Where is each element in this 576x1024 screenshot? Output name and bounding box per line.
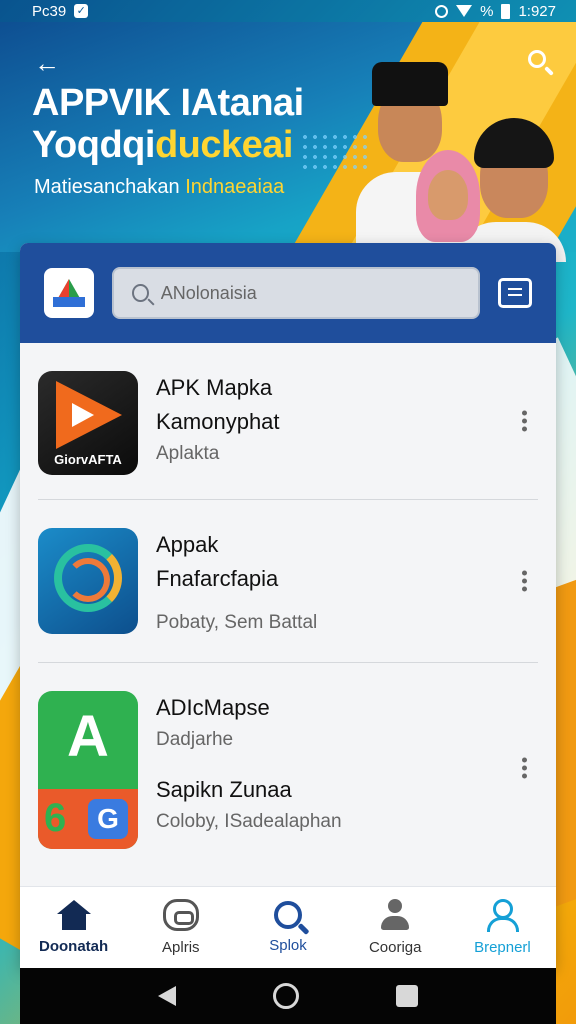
card-header xyxy=(20,243,556,343)
more-options-icon[interactable] xyxy=(522,755,528,782)
hero-people-image xyxy=(346,42,566,262)
app-subtitle: Aplakta xyxy=(156,443,220,464)
icon-six: 6 xyxy=(44,796,67,840)
hero-subtitle-a: Matiesanchakan xyxy=(34,176,180,198)
hero-banner: ← APPVIK IAtanai Yoqdqiduckeai Matiesanc… xyxy=(0,22,576,262)
hero-title-line2a: Yoqdqi xyxy=(32,124,155,166)
nav-label-home: Doonatah xyxy=(39,938,109,955)
home-icon xyxy=(56,900,91,930)
hero-subtitle-b: Indnaeaiaa xyxy=(185,176,285,198)
app-title-line2: Dadjarhe xyxy=(156,729,234,750)
app-title: ADIcMapse xyxy=(156,695,270,720)
hero-title-line2b: duckeai xyxy=(154,124,294,166)
nav-label-search: Splok xyxy=(269,937,307,954)
app-title: Appak xyxy=(156,532,219,557)
system-navigation-bar xyxy=(20,968,556,1024)
alarm-icon xyxy=(435,4,449,18)
message-icon[interactable] xyxy=(498,278,532,308)
status-bar: Pc39 ✓ % 1:927 xyxy=(0,0,576,22)
person-icon xyxy=(380,899,410,931)
maps-app-icon: A 6 G xyxy=(38,691,138,849)
more-options-icon[interactable] xyxy=(522,568,528,595)
check-badge-icon: ✓ xyxy=(74,4,89,18)
profile-icon xyxy=(486,899,520,932)
app-title-line3: Sapikn Zunaa xyxy=(156,777,292,802)
nav-item-search[interactable]: Splok xyxy=(234,887,341,968)
apps-icon xyxy=(162,899,199,931)
search-box[interactable] xyxy=(112,267,480,319)
hero-subtitle: Matiesanchakan Indnaeaiaa xyxy=(34,176,284,199)
system-home-icon[interactable] xyxy=(272,983,299,1009)
logo-triangle-icon xyxy=(53,279,85,307)
hero-title-line1: APPVIK IAtanai xyxy=(32,82,304,124)
nav-item-people[interactable]: Coorigа xyxy=(342,887,449,968)
video-app-icon: GiorvAFTA xyxy=(38,371,138,475)
back-arrow-icon[interactable]: ← xyxy=(34,50,60,76)
search-input[interactable] xyxy=(160,282,460,304)
search-icon xyxy=(132,284,149,302)
app-title-line2: Fnafarcfapia xyxy=(156,566,279,591)
nav-item-apps[interactable]: Aplris xyxy=(127,887,234,968)
system-back-icon[interactable] xyxy=(158,986,177,1006)
list-item[interactable]: A 6 G ADIcMapse Dadjarhe Sapikn Zunaa Co… xyxy=(38,663,538,873)
system-recents-icon[interactable] xyxy=(395,985,418,1007)
status-time-left: Pc39 xyxy=(32,2,67,20)
app-title-line2: Kamonyphat xyxy=(156,409,280,434)
list-item[interactable]: Appak Fnafarcfapia Pobaty, Sem Battal xyxy=(38,500,538,663)
battery-icon xyxy=(501,3,511,19)
bottom-navigation: Doonatah Aplris Splok Coorigа Brepnerl xyxy=(20,886,556,968)
app-subtitle: Pobaty, Sem Battal xyxy=(156,612,318,633)
search-icon xyxy=(274,901,302,929)
wifi-icon xyxy=(456,5,473,17)
app-logo[interactable] xyxy=(44,268,94,318)
nav-label-apps: Aplris xyxy=(162,939,200,956)
more-options-icon[interactable] xyxy=(522,408,528,435)
nav-item-home[interactable]: Doonatah xyxy=(20,887,127,968)
app-subtitle: Coloby, ISadealaphan xyxy=(156,811,342,832)
app-list-card: GiorvAFTA APK Mapka Kamonyphat Aplakta A… xyxy=(20,243,556,968)
app-list: GiorvAFTA APK Mapka Kamonyphat Aplakta A… xyxy=(20,343,556,873)
list-item[interactable]: GiorvAFTA APK Mapka Kamonyphat Aplakta xyxy=(38,343,538,500)
app-title: APK Mapka xyxy=(156,375,273,400)
refresh-app-icon xyxy=(38,528,138,634)
icon-g: G xyxy=(88,799,128,839)
hero-title: APPVIK IAtanai Yoqdqiduckeai xyxy=(32,82,304,166)
icon-caption: GiorvAFTA xyxy=(54,452,122,467)
battery-percent: % xyxy=(480,2,494,20)
status-time-right: 1:927 xyxy=(518,2,556,20)
nav-label-people: Coorigа xyxy=(368,939,422,956)
icon-letter: A xyxy=(67,704,109,769)
nav-label-profile: Brepnerl xyxy=(474,939,531,956)
nav-item-profile[interactable]: Brepnerl xyxy=(449,887,556,968)
